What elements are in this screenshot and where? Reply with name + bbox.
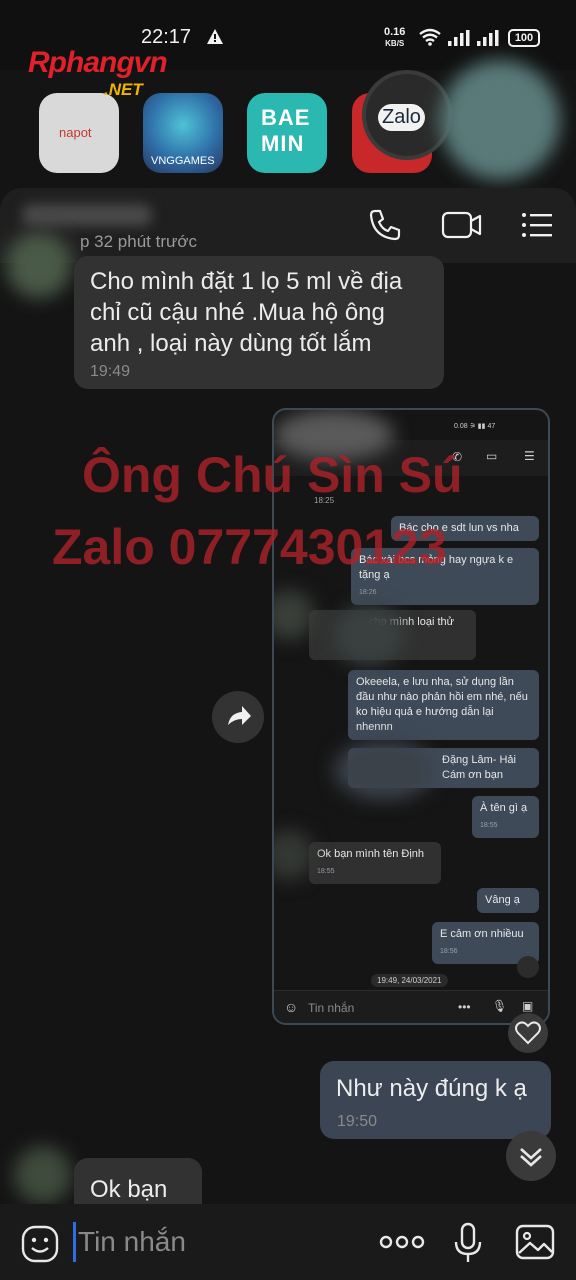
blurred-region bbox=[334, 740, 434, 800]
message-text: Ok bạn bbox=[90, 1176, 168, 1203]
blurred-region bbox=[274, 590, 314, 640]
embedded-bubble: Ok bạn mình tên Định 18:55 bbox=[309, 842, 441, 884]
embedded-date-pill: 19:49, 24/03/2021 bbox=[371, 974, 448, 987]
mic-icon: 🎙 bbox=[492, 999, 508, 1013]
message-input[interactable]: Tin nhắn bbox=[78, 1226, 186, 1258]
contact-avatar[interactable] bbox=[6, 232, 72, 298]
battery-icon: 100 bbox=[508, 29, 540, 47]
embedded-status-bar: 0.08 ⚞ ▮▮ 47 bbox=[454, 423, 496, 430]
app-icon-baemin[interactable]: BAE MIN bbox=[247, 93, 327, 173]
mic-icon[interactable] bbox=[452, 1222, 484, 1264]
wifi-icon bbox=[419, 28, 441, 46]
app-icon-napot[interactable]: napot bbox=[39, 93, 119, 173]
video-call-icon: ▭ bbox=[486, 449, 498, 463]
contact-name-blurred bbox=[22, 204, 152, 226]
share-button[interactable] bbox=[212, 691, 264, 743]
embedded-bubble: Okeeela, e lưu nha, sử dụng lần đầu như … bbox=[348, 670, 539, 740]
signal-icon bbox=[448, 30, 470, 46]
warning-icon bbox=[207, 29, 223, 44]
message-time: 19:50 bbox=[337, 1113, 378, 1130]
signal-icon bbox=[477, 30, 499, 46]
message-incoming[interactable]: Cho mình đặt 1 lọ 5 ml về địa chỉ cũ cậu… bbox=[74, 256, 444, 389]
sticker-icon: ☺ bbox=[284, 999, 299, 1015]
phone-icon[interactable] bbox=[368, 208, 402, 242]
scroll-to-bottom-button[interactable] bbox=[506, 1131, 556, 1181]
net-speed: 0.16 KB/S bbox=[384, 26, 406, 49]
image-icon[interactable] bbox=[514, 1223, 556, 1261]
chat-header: p 32 phút trước bbox=[0, 188, 576, 263]
blurred-avatar bbox=[440, 60, 560, 180]
scroll-down-icon bbox=[517, 956, 539, 978]
message-time: 19:49 bbox=[90, 363, 131, 380]
embedded-bubble: Vâng ạ bbox=[477, 888, 539, 913]
scroll-down-icon bbox=[520, 1148, 542, 1167]
sticker-icon[interactable] bbox=[20, 1224, 60, 1264]
message-text: Cho mình đặt 1 lọ 5 ml về địa chỉ cũ cậu… bbox=[90, 268, 403, 357]
more-icon: ••• bbox=[458, 1000, 471, 1014]
watermark-logo: Rphangvn bbox=[28, 46, 168, 79]
heart-icon bbox=[515, 1021, 541, 1045]
message-input-bar: Tin nhắn bbox=[0, 1204, 576, 1280]
react-button[interactable] bbox=[508, 1013, 548, 1053]
menu-icon[interactable] bbox=[520, 208, 554, 242]
message-outgoing[interactable]: Như này đúng k ạ 19:50 bbox=[320, 1061, 551, 1139]
menu-icon: ☰ bbox=[524, 449, 535, 463]
embedded-bubble: À tên gì ạ 18:55 bbox=[472, 796, 539, 838]
contact-avatar[interactable] bbox=[14, 1146, 72, 1204]
video-call-icon[interactable] bbox=[441, 208, 483, 242]
last-seen: p 32 phút trước bbox=[80, 232, 198, 251]
image-icon: ▣ bbox=[522, 999, 534, 1013]
app-icon-game[interactable]: VNGGAMES bbox=[143, 93, 223, 173]
watermark-logo-suffix: .NET bbox=[104, 80, 143, 99]
blurred-region bbox=[274, 830, 314, 880]
message-text: Như này đúng k ạ bbox=[336, 1075, 527, 1102]
share-icon bbox=[228, 706, 251, 725]
blurred-region bbox=[334, 605, 404, 665]
text-caret bbox=[73, 1222, 76, 1262]
more-icon[interactable] bbox=[378, 1232, 426, 1252]
zalo-chat-head[interactable]: Zalo bbox=[362, 70, 452, 160]
watermark-text: Ông Chú Sìn Sú bbox=[82, 447, 463, 503]
watermark-text: Zalo 0777430123 bbox=[52, 519, 447, 575]
